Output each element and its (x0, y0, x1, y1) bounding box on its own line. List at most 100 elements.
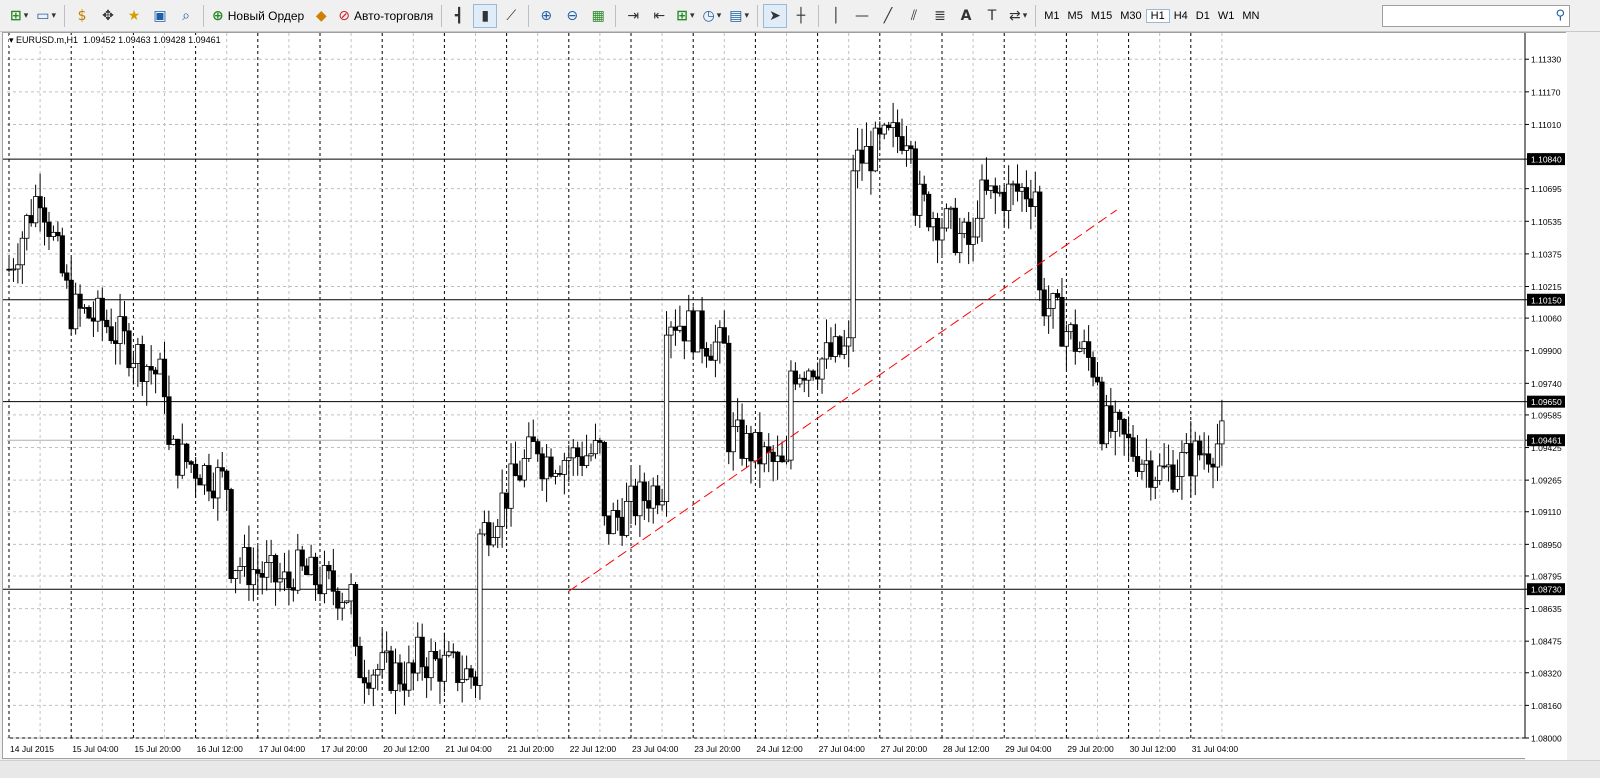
candle-body (952, 207, 958, 254)
strategy-tester-icon[interactable]: ⌕ (174, 4, 198, 28)
candle-body (339, 602, 345, 609)
candle-body (1032, 191, 1038, 207)
market-watch-icon[interactable]: $ (70, 4, 94, 28)
candle-body (877, 127, 883, 135)
zoom-in-icon[interactable]: ⊕ (534, 4, 558, 28)
candle-body (1219, 420, 1225, 445)
candle-body (1134, 456, 1141, 472)
candle-body (268, 554, 274, 563)
candle-body (321, 564, 328, 595)
candle-body (548, 456, 554, 477)
candle-body (610, 510, 616, 535)
new-order-button[interactable]: ⊕ Новый Ордер (209, 4, 307, 28)
price-label: 1.08950 (1531, 540, 1562, 550)
templates-icon[interactable]: ▤ (726, 4, 752, 28)
candle-body (695, 310, 701, 353)
trendline-icon[interactable]: ╱ (876, 4, 900, 28)
candle-body (997, 191, 1003, 194)
candle-body (406, 662, 412, 691)
bar-chart-icon[interactable]: ┫ (447, 4, 471, 28)
candle-body (503, 492, 510, 509)
candle-body (539, 453, 545, 480)
price-chart[interactable]: 1.11330 1.11170 1.11010 1.10840 1.10695 1.105… (3, 33, 1567, 760)
candle-body (797, 377, 803, 385)
candle-body (672, 326, 679, 331)
profiles-icon[interactable]: ▭ (33, 4, 59, 28)
toolbar-separator (1035, 4, 1037, 27)
time-label: 30 Jul 12:00 (1130, 744, 1177, 754)
data-window-icon[interactable]: ✥ (96, 4, 120, 28)
auto-trading-button[interactable]: ⊘ Авто-торговля (335, 4, 436, 28)
candle-body (1014, 183, 1021, 192)
search-icon[interactable]: ⚲ (1555, 8, 1565, 23)
text-icon[interactable]: A (954, 4, 978, 28)
price-label: 1.10375 (1531, 249, 1562, 259)
toolbar-separator (818, 4, 819, 27)
chart-title-text: EURUSD.m,H1 1.09452 1.09463 1.09428 1.09… (16, 35, 221, 45)
candle-body (1197, 440, 1203, 456)
equidistant-channel-icon[interactable]: ⫽ (902, 4, 926, 28)
candle-body (1139, 463, 1145, 472)
navigator-icon[interactable]: ★ (122, 4, 146, 28)
candle-body (681, 325, 687, 342)
candle-body (415, 636, 421, 674)
candle-body (281, 571, 288, 580)
candle-body (779, 455, 785, 463)
chart-window[interactable]: ▾ EURUSD.m,H1 1.09452 1.09463 1.09428 1.… (2, 32, 1567, 760)
candle-body (24, 215, 30, 239)
zoom-out-icon[interactable]: ⊖ (560, 4, 584, 28)
timeframe-d1[interactable]: D1 (1192, 10, 1214, 22)
periods-icon[interactable]: ◷ (699, 4, 724, 28)
timeframe-h1[interactable]: H1 (1145, 8, 1170, 23)
time-label: 22 Jul 12:00 (570, 744, 617, 754)
candle-body (441, 654, 448, 682)
autoscroll-icon[interactable]: ⇤ (647, 4, 671, 28)
candle-body (179, 443, 185, 476)
candle-body (1037, 191, 1043, 291)
timeframe-mn[interactable]: MN (1238, 10, 1263, 22)
candle-body (379, 652, 385, 670)
fibonacci-icon[interactable]: ≣ (928, 4, 952, 28)
tile-windows-icon[interactable]: ▦ (586, 4, 610, 28)
toolbar-separator (757, 4, 758, 27)
candle-body (850, 170, 856, 339)
terminal-icon[interactable]: ▣ (148, 4, 172, 28)
cursor-icon[interactable]: ➤ (763, 3, 787, 28)
timeframe-m15[interactable]: M15 (1087, 10, 1116, 22)
crosshair-icon[interactable]: ┼ (789, 4, 813, 28)
price-label: 1.10215 (1531, 282, 1562, 292)
candle-body (366, 682, 372, 689)
horizontal-line-icon[interactable]: — (850, 4, 874, 28)
candle-body (1023, 187, 1030, 200)
vertical-line-icon[interactable]: │ (824, 4, 848, 28)
candle-body (77, 293, 83, 309)
auto-trading-label: Авто-торговля (353, 8, 434, 23)
timeframe-w1[interactable]: W1 (1214, 10, 1239, 22)
line-chart-icon[interactable]: ⟋ (499, 4, 523, 28)
toolbar-separator (615, 4, 617, 27)
candle-body (668, 326, 674, 336)
text-label-icon[interactable]: T (980, 4, 1004, 28)
candlestick-chart-icon[interactable]: ▮ (473, 3, 498, 28)
candle-body (1165, 464, 1172, 468)
candle-body (215, 467, 221, 499)
chart-scrollbar[interactable] (0, 760, 1600, 778)
candle-body (543, 456, 550, 480)
new-chart-icon[interactable]: ⊞ (7, 4, 31, 28)
search-input[interactable] (1383, 7, 1543, 28)
candle-body (615, 510, 621, 518)
candle-body (606, 515, 612, 535)
candle-body (241, 547, 248, 567)
metaeditor-icon[interactable]: ◆ (309, 4, 333, 28)
time-label: 21 Jul 04:00 (445, 744, 492, 754)
timeframe-m5[interactable]: M5 (1064, 10, 1087, 22)
indicators-icon[interactable]: ⊞ (673, 4, 697, 28)
candle-body (468, 668, 474, 678)
candle-body (50, 231, 57, 237)
candle-body (206, 465, 212, 492)
timeframe-h4[interactable]: H4 (1170, 10, 1192, 22)
chart-shift-icon[interactable]: ⇥ (621, 4, 645, 28)
timeframe-m30[interactable]: M30 (1116, 10, 1145, 22)
arrows-icon[interactable]: ⇄ (1006, 4, 1030, 28)
timeframe-m1[interactable]: M1 (1040, 10, 1063, 22)
